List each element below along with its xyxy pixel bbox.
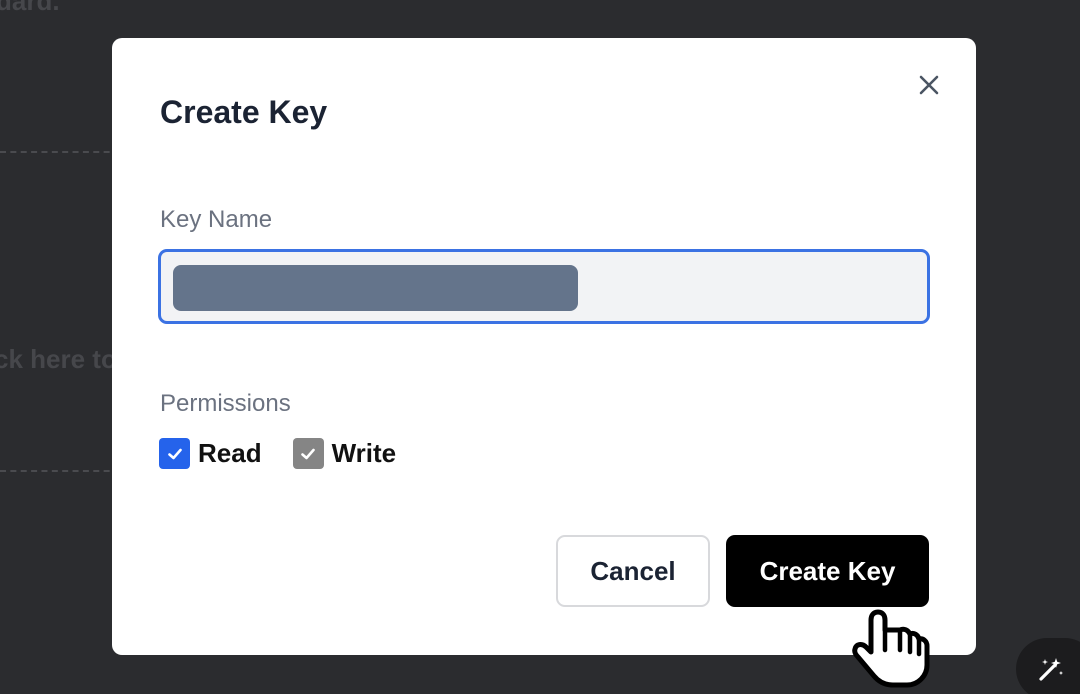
create-key-button[interactable]: Create Key	[726, 535, 929, 607]
modal-title: Create Key	[160, 94, 328, 130]
background-partial-text: dard.	[0, 0, 60, 16]
permissions-group: Read Write	[159, 438, 427, 469]
key-name-label: Key Name	[160, 206, 273, 233]
redacted-value	[173, 265, 578, 311]
permission-write[interactable]: Write	[292, 438, 397, 469]
key-name-input[interactable]	[158, 249, 930, 324]
permission-read[interactable]: Read	[159, 438, 262, 469]
read-checkbox[interactable]	[159, 438, 190, 469]
background-dropzone-text: ck here to	[0, 344, 117, 374]
background-dashed-border	[0, 151, 120, 153]
write-checkbox[interactable]	[292, 438, 324, 469]
magic-wand-icon	[1039, 658, 1063, 681]
write-label: Write	[331, 438, 397, 468]
magic-assist-button[interactable]	[1016, 638, 1080, 694]
checkmark-icon	[301, 448, 315, 459]
create-key-modal: Create Key Key Name Permissions Read Wri…	[112, 38, 976, 655]
close-icon	[919, 75, 939, 95]
read-label: Read	[198, 438, 262, 468]
close-button[interactable]	[912, 68, 946, 102]
checkmark-icon	[167, 448, 182, 459]
permissions-label: Permissions	[160, 390, 291, 417]
background-dashed-border	[0, 470, 120, 472]
cancel-button[interactable]: Cancel	[556, 535, 710, 607]
